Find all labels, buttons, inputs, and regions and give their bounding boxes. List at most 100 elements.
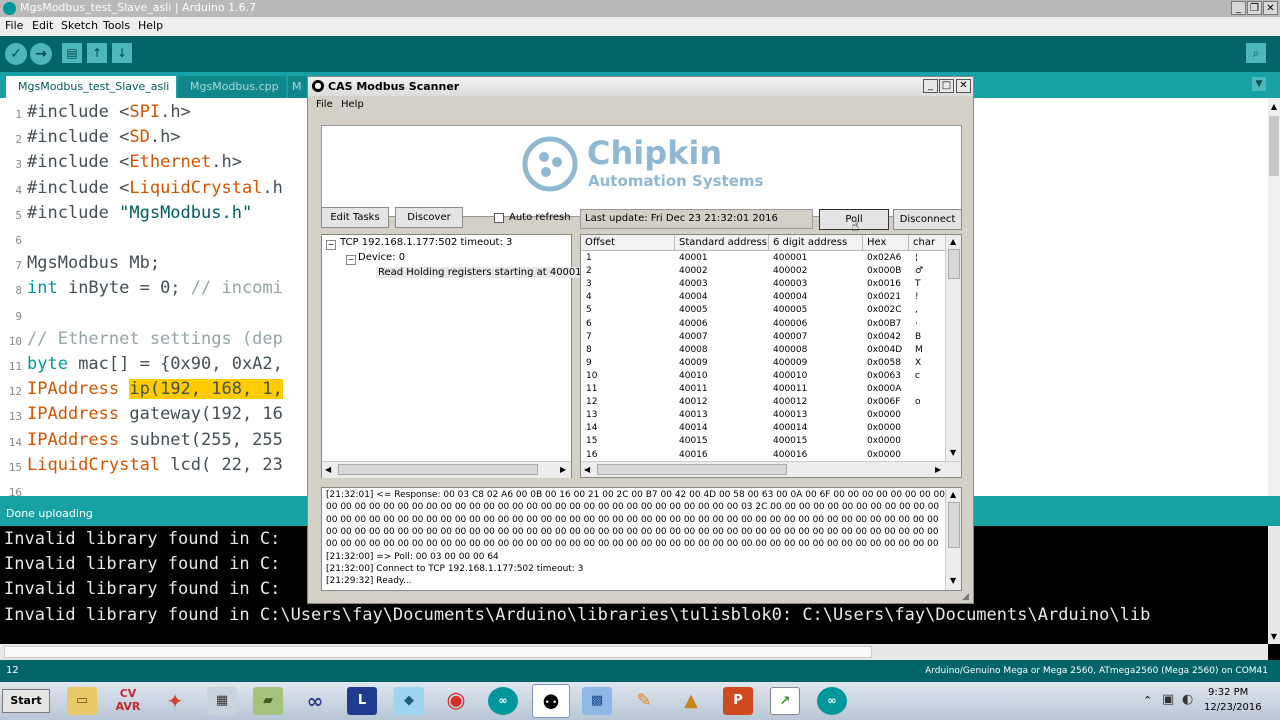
scroll-up-arrow-icon[interactable]: ▲ [950,237,956,246]
table-row[interactable]: 7 40007 400007 0x0042 B [581,332,945,345]
code-text[interactable]: #include <LiquidCrystal.h [27,178,283,198]
arduino2-icon[interactable]: ∞ [817,687,847,715]
console-horizontal-scrollbar[interactable] [0,644,1268,660]
log-v-thumb[interactable] [948,502,960,548]
code-text[interactable]: #include "MgsModbus.h" [27,203,252,223]
scroll-down-arrow-icon[interactable]: ▼ [950,448,956,457]
modbus-menu-help[interactable]: Help [341,99,364,110]
col-header-6-digit-address[interactable]: 6 digit address [769,235,863,251]
code-text[interactable]: LiquidCrystal lcd( 22, 23 [27,455,283,475]
hat-icon[interactable]: ▲ [676,687,706,715]
table-row[interactable]: 3 40003 400003 0x0016 T [581,279,945,292]
table-h-thumb[interactable] [597,464,787,475]
new-file-button[interactable]: ▤ [62,43,82,63]
explorer-icon[interactable]: ▭ [67,687,97,715]
minimize-button[interactable]: _ [1231,1,1246,15]
code-text[interactable]: int inByte = 0; // incomi [27,278,283,298]
tree-node-device[interactable]: Device: 0 [358,252,405,263]
verify-button[interactable]: ✓ [5,43,27,65]
code-text[interactable]: MgsModbus Mb; [27,253,160,273]
scroll-left-arrow-icon[interactable]: ◀ [325,465,331,474]
col-header-offset[interactable]: Offset [581,235,675,251]
code-text[interactable]: byte mac[] = {0x90, 0xA2, [27,354,283,374]
modbus-maximize-button[interactable]: □ [939,79,954,93]
table-row[interactable]: 12 40012 400012 0x006F o [581,397,945,410]
scroll-right-arrow-icon[interactable]: ▶ [935,465,941,474]
scroll-up-arrow-icon[interactable]: ▲ [950,490,956,499]
restore-button[interactable]: ❐ [1247,1,1262,15]
table-row[interactable]: 11 40011 400011 0x000A [581,384,945,397]
scroll-right-arrow-icon[interactable]: ▶ [560,465,566,474]
menu-help[interactable]: Help [138,19,163,32]
auto-refresh-checkbox[interactable] [494,213,504,223]
ppt-icon[interactable]: P [723,687,753,715]
tree-h-scrollbar[interactable]: ◀ ▶ [322,461,571,478]
menu-tools[interactable]: Tools [103,19,130,32]
device-tree[interactable]: − TCP 192.168.1.177:502 timeout: 3 − Dev… [321,234,597,478]
console-vertical-scrollbar[interactable]: ▼ [1268,526,1280,644]
modbus-minimize-button[interactable]: _ [923,79,938,93]
code-text[interactable]: // Ethernet settings (dep [27,329,283,349]
start-button[interactable]: Start [2,689,50,713]
code-text[interactable]: IPAddress ip(192, 168, 1, [27,379,283,400]
log-v-scrollbar[interactable]: ▲ ▼ [945,488,961,590]
col-header-char[interactable]: char [909,235,947,251]
code-text[interactable]: #include <SPI.h> [27,102,191,122]
book-icon[interactable]: ▰ [253,687,283,715]
tree-h-thumb[interactable] [338,464,538,475]
network-icon[interactable]: ▣ [1162,692,1174,707]
code-text[interactable]: IPAddress subnet(255, 255 [27,430,283,450]
scroll-left-arrow-icon[interactable]: ◀ [584,465,590,474]
flame-icon[interactable]: ✦ [160,687,190,715]
table-v-scrollbar[interactable]: ▲ ▼ [945,235,961,461]
edit-tasks-button[interactable]: Edit Tasks [321,207,389,228]
table-row[interactable]: 15 40015 400015 0x0000 [581,436,945,449]
arduino-icon[interactable]: ∞ [488,687,518,715]
chipkin-icon[interactable]: ⚉ [532,684,570,718]
tools-icon[interactable]: ✎ [629,687,659,715]
table-row[interactable]: 4 40004 400004 0x0021! [581,292,945,305]
clock-date[interactable]: 12/23/2016 [1204,702,1262,713]
table-v-thumb[interactable] [948,249,960,279]
chart-icon[interactable]: ↗ [770,687,800,715]
infinity-icon[interactable]: ∞ [300,687,330,715]
editor-scrollbar[interactable]: ▲ [1268,98,1280,496]
tray-chevron-icon[interactable]: ⌃ [1143,694,1152,707]
l-icon[interactable]: L [347,687,377,715]
clock-time[interactable]: 9:32 PM [1208,687,1248,698]
communication-log[interactable]: ▲ ▼ [21:32:01] <= Response: 00 03 C8 02 … [321,487,962,591]
code-text[interactable]: IPAddress gateway(192, 16 [27,404,283,424]
table-h-scrollbar[interactable]: ◀ ▶ [581,461,961,477]
table-row[interactable]: 8 40008 400008 0x004D M [581,345,945,358]
table-row[interactable]: 13 40013 400013 0x0000 [581,410,945,423]
upload-button[interactable]: → [30,43,52,65]
discover-button[interactable]: Discover [395,207,463,228]
modbus-menu-file[interactable]: File [316,99,333,110]
scroll-down-arrow-icon[interactable]: ▼ [950,576,956,585]
disconnect-button[interactable]: Disconnect [893,209,962,230]
save-button[interactable]: ↓ [112,43,132,63]
table-row[interactable]: 5 40005 400005 0x002C, [581,305,945,318]
tab-truncated[interactable]: M [288,76,308,98]
cvavr-icon[interactable]: CV AVR [113,687,143,715]
tree-collapse-icon[interactable]: − [326,240,336,250]
col-header-standard-address[interactable]: Standard address [675,235,769,251]
code-text[interactable]: #include <Ethernet.h> [27,152,242,172]
menu-edit[interactable]: Edit [32,19,53,32]
scroll-down-arrow-icon[interactable]: ▼ [1269,632,1279,642]
tab-menu-chevron-icon[interactable]: ▼ [1252,77,1266,91]
chrome-icon[interactable]: ◉ [441,687,471,715]
h-scroll-thumb[interactable] [4,646,872,658]
code-text[interactable]: #include <SD.h> [27,127,181,147]
table-row[interactable]: 14 40014 400014 0x0000 [581,423,945,436]
table-row[interactable]: 1 40001 400001 0x02A6 ¦ [581,253,945,266]
table-row[interactable]: 2 40002 400002 0x000B ♂ [581,266,945,279]
serial-monitor-icon[interactable]: ⌕ [1246,43,1266,63]
table-row[interactable]: 10 40010 400010 0x0063 c [581,371,945,384]
calculator-icon[interactable]: ▦ [207,687,237,715]
blocks-icon[interactable]: ▩ [582,687,612,715]
scroll-thumb[interactable] [1269,116,1279,176]
table-row[interactable]: 9 40009 400009 0x0058 X [581,358,945,371]
tab-mgsmodbus-cpp[interactable]: MgsModbus.cpp [178,76,286,98]
tree-node-task[interactable]: Read Holding registers starting at 40001… [376,267,597,278]
